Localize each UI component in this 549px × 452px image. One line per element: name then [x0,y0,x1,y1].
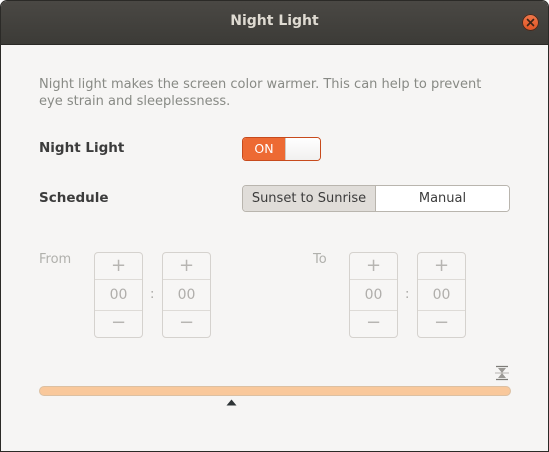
from-hours-spinner: + 00 − [94,252,143,338]
from-time-separator: : [150,287,155,302]
switch-knob[interactable] [285,138,320,160]
to-minutes-spinner: + 00 − [417,252,466,338]
schedule-selector: Sunset to Sunrise Manual [242,185,510,212]
slider-mark-icon [226,399,237,406]
to-label: To [313,252,327,267]
to-minutes-field[interactable]: 00 [418,280,465,311]
schedule-label: Schedule [39,190,109,206]
from-hours-field[interactable]: 00 [95,280,142,311]
schedule-option-sunset-to-sunrise[interactable]: Sunset to Sunrise [243,186,376,211]
color-temperature-icon [495,365,509,381]
close-button[interactable] [522,14,539,31]
color-temperature-slider[interactable] [39,386,511,396]
from-hours-decrement-button[interactable]: − [95,310,142,337]
to-hours-field[interactable]: 00 [350,280,397,311]
from-minutes-field[interactable]: 00 [163,280,210,311]
window-title: Night Light [230,13,319,29]
from-minutes-spinner: + 00 − [162,252,211,338]
night-light-label: Night Light [39,140,125,156]
night-light-switch[interactable]: ON [242,137,321,161]
schedule-option-manual[interactable]: Manual [376,186,509,211]
to-hours-spinner: + 00 − [349,252,398,338]
close-icon [526,18,535,27]
from-minutes-increment-button[interactable]: + [163,253,210,280]
night-light-dialog: Night Light Night light makes the screen… [0,0,549,452]
to-minutes-decrement-button[interactable]: − [418,310,465,337]
to-hours-increment-button[interactable]: + [350,253,397,280]
description-text: Night light makes the screen color warme… [39,77,482,109]
to-hours-decrement-button[interactable]: − [350,310,397,337]
from-label: From [39,252,72,267]
from-minutes-decrement-button[interactable]: − [163,310,210,337]
from-hours-increment-button[interactable]: + [95,253,142,280]
to-minutes-increment-button[interactable]: + [418,253,465,280]
switch-on-label: ON [243,138,285,160]
to-time-separator: : [405,287,410,302]
titlebar: Night Light [1,1,548,45]
